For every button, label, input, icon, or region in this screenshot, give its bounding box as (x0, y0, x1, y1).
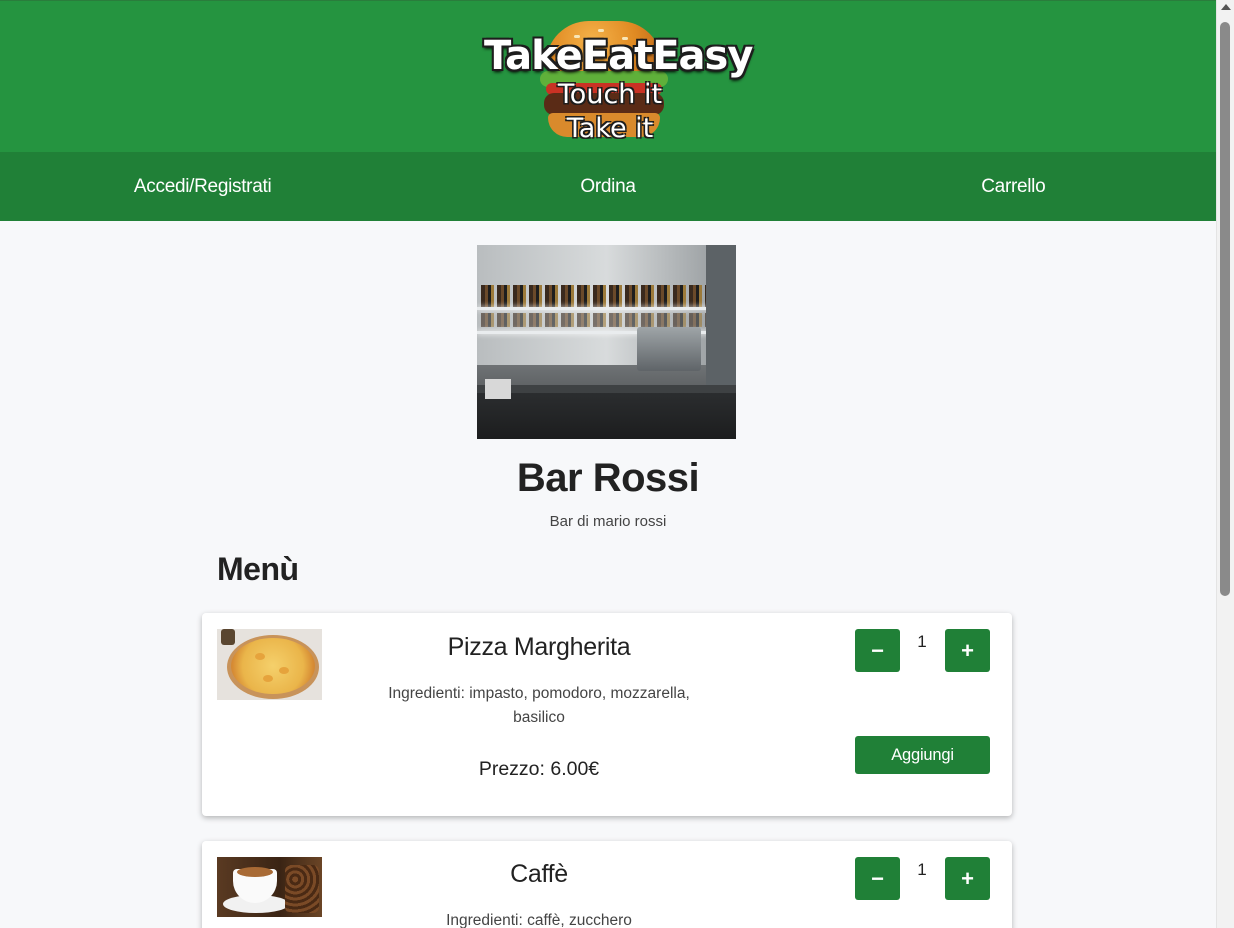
shop-description: Bar di mario rossi (549, 513, 667, 530)
item-ingredients: Ingredienti: impasto, pomodoro, mozzarel… (388, 685, 690, 726)
site-logo[interactable]: TakeEatEasy Touch it Take it (484, 19, 753, 147)
menu-item-card: Pizza Margherita Ingredienti: impasto, p… (202, 613, 1012, 816)
menu-title: Menù (217, 551, 299, 587)
scrollbar-thumb[interactable] (1220, 22, 1230, 596)
scroll-up-arrow-icon[interactable] (1221, 4, 1231, 10)
caffe-image (217, 857, 322, 917)
nav-item-carrello[interactable]: Carrello (811, 152, 1216, 221)
page: TakeEatEasy Touch it Take it Accedi/Regi… (0, 0, 1216, 928)
item-name: Caffè (510, 860, 568, 888)
item-name: Pizza Margherita (447, 633, 631, 661)
quantity-plus-button[interactable]: + (945, 857, 990, 900)
quantity-minus-button[interactable]: − (855, 629, 900, 672)
vertical-scrollbar[interactable] (1216, 0, 1234, 928)
add-to-cart-button[interactable]: Aggiungi (855, 736, 990, 774)
item-price: Prezzo: 6.00€ (478, 758, 600, 780)
nav-item-ordina[interactable]: Ordina (405, 152, 810, 221)
site-header: TakeEatEasy Touch it Take it (0, 0, 1216, 152)
shop-photo (477, 245, 736, 439)
shop-name: Bar Rossi (516, 456, 700, 500)
quantity-plus-button[interactable]: + (945, 629, 990, 672)
menu-item-card: Caffè Ingredienti: caffè, zucchero − 1 + (202, 841, 1012, 928)
quantity-value: 1 (917, 632, 927, 651)
main-nav: Accedi/Registrati Ordina Carrello (0, 152, 1216, 221)
logo-tagline-1: Touch it (557, 79, 663, 110)
logo-tagline-2: Take it (566, 113, 654, 144)
nav-item-accedi-registrati[interactable]: Accedi/Registrati (0, 152, 405, 221)
logo-title: TakeEatEasy (484, 33, 753, 79)
pizza-margherita-image (217, 629, 322, 700)
quantity-value: 1 (917, 860, 927, 879)
item-ingredients: Ingredienti: caffè, zucchero (446, 912, 632, 928)
quantity-minus-button[interactable]: − (855, 857, 900, 900)
